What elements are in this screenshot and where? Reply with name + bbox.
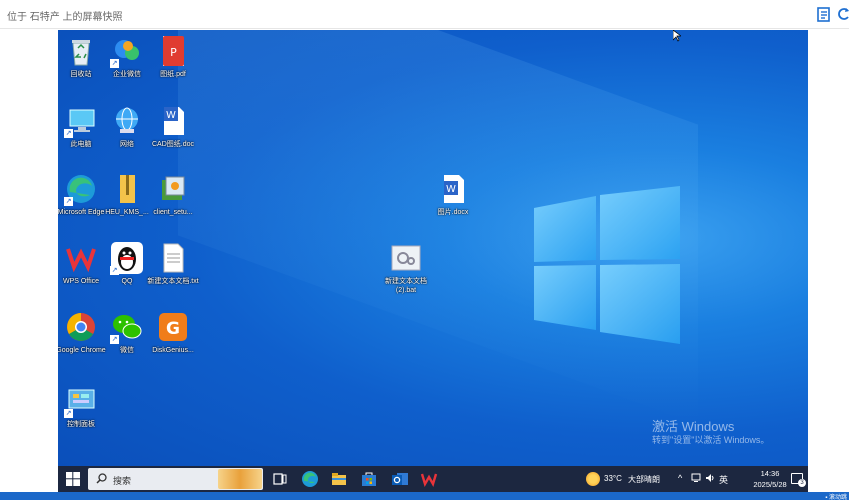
clock[interactable]: 14:36 2025/5/28 — [745, 468, 795, 490]
network-tray-icon[interactable] — [691, 473, 701, 483]
svg-text:W: W — [446, 184, 456, 195]
desktop-icon-new-txt[interactable]: 新建文本文档.txt — [146, 241, 200, 286]
desktop-icon-pdf[interactable]: P 图纸.pdf — [146, 34, 200, 79]
recycle-bin-icon — [64, 34, 98, 68]
taskbar: 搜索 33°C 大部晴朗 ^ 英 14:36 2025/5/28 3 — [58, 466, 808, 492]
tray-overflow-caret[interactable]: ^ — [678, 473, 682, 483]
network-icon — [110, 104, 144, 138]
windows-wallpaper-logo — [534, 186, 680, 344]
svg-text:P: P — [170, 46, 177, 59]
clock-date: 2025/5/28 — [753, 480, 787, 489]
input-method-indicator[interactable]: 英 — [719, 473, 728, 486]
pdf-file-icon: P — [156, 34, 190, 68]
store-icon[interactable] — [360, 470, 378, 488]
wps-taskbar-icon[interactable] — [420, 470, 438, 488]
viewer-title: 位于 石特产 上的屏幕快照 — [7, 12, 123, 23]
clock-time: 14:36 — [760, 469, 780, 478]
text-file-icon — [156, 241, 190, 275]
document-icon[interactable] — [817, 6, 831, 22]
task-view-icon[interactable] — [271, 470, 289, 488]
mouse-cursor-icon — [673, 30, 681, 42]
desktop-screen: 回收站 ↗ 企业微信 P 图纸.pdf ↗ 此电脑 网络 W CAD图纸.doc — [58, 30, 808, 492]
shortcut-arrow-icon: ↗ — [110, 59, 119, 68]
svg-text:G: G — [166, 319, 180, 339]
viewer-bottom-bar: ▪ 滚动跳 — [0, 492, 849, 501]
control-panel-icon: ↗ — [64, 384, 98, 418]
desktop-icon-diskgenius[interactable]: G DiskGenius... — [146, 310, 200, 355]
zip-folder-icon — [110, 172, 144, 206]
wechat-icon: ↗ — [110, 310, 144, 344]
wecom-icon: ↗ — [110, 34, 144, 68]
wps-icon — [64, 241, 98, 275]
batch-file-icon — [389, 241, 423, 275]
outlook-icon[interactable] — [391, 470, 409, 488]
viewer-top-bar: 位于 石特产 上的屏幕快照 — [0, 0, 849, 29]
search-label: 搜索 — [113, 476, 132, 486]
notification-count-badge: 3 — [798, 479, 806, 487]
computer-icon: ↗ — [64, 104, 98, 138]
desktop-icon-control-panel[interactable]: ↗ 控制面板 — [58, 384, 108, 429]
desktop-icon-cad-doc[interactable]: W CAD图纸.doc — [146, 104, 200, 149]
weather-condition[interactable]: 大部晴朗 — [628, 474, 660, 485]
diskgenius-icon: G — [156, 310, 190, 344]
activation-watermark-hint: 转到"设置"以激活 Windows。 — [652, 435, 770, 445]
qq-penguin-icon: ↗ — [110, 241, 144, 275]
refresh-icon[interactable] — [838, 6, 849, 22]
shortcut-arrow-icon: ↗ — [64, 409, 73, 418]
shortcut-arrow-icon: ↗ — [64, 197, 73, 206]
taskbar-search-box[interactable]: 搜索 — [88, 468, 263, 490]
search-icon — [96, 473, 107, 484]
shortcut-arrow-icon: ↗ — [110, 266, 119, 275]
word-doc-icon: W — [436, 172, 470, 206]
word-doc-icon: W — [156, 104, 190, 138]
windows-start-icon[interactable] — [66, 472, 80, 486]
desktop-icon-new-bat[interactable]: 新建文本文档 (2).bat — [379, 241, 433, 295]
shortcut-arrow-icon: ↗ — [110, 335, 119, 344]
chrome-icon — [64, 310, 98, 344]
notification-center-icon[interactable]: 3 — [791, 473, 806, 487]
shortcut-arrow-icon: ↗ — [64, 129, 73, 138]
desktop-icon-picture-docx[interactable]: W 图片.docx — [426, 172, 480, 217]
installer-icon — [156, 172, 190, 206]
edge-icon: ↗ — [64, 172, 98, 206]
file-explorer-icon[interactable] — [330, 470, 348, 488]
search-highlight-image — [218, 469, 262, 489]
weather-temperature[interactable]: 33°C — [604, 474, 622, 483]
desktop-icon-client-setup[interactable]: client_setu... — [146, 172, 200, 217]
edge-taskbar-icon[interactable] — [301, 470, 319, 488]
volume-icon[interactable] — [705, 473, 715, 483]
weather-sun-icon[interactable] — [586, 472, 600, 486]
svg-text:W: W — [166, 110, 176, 121]
